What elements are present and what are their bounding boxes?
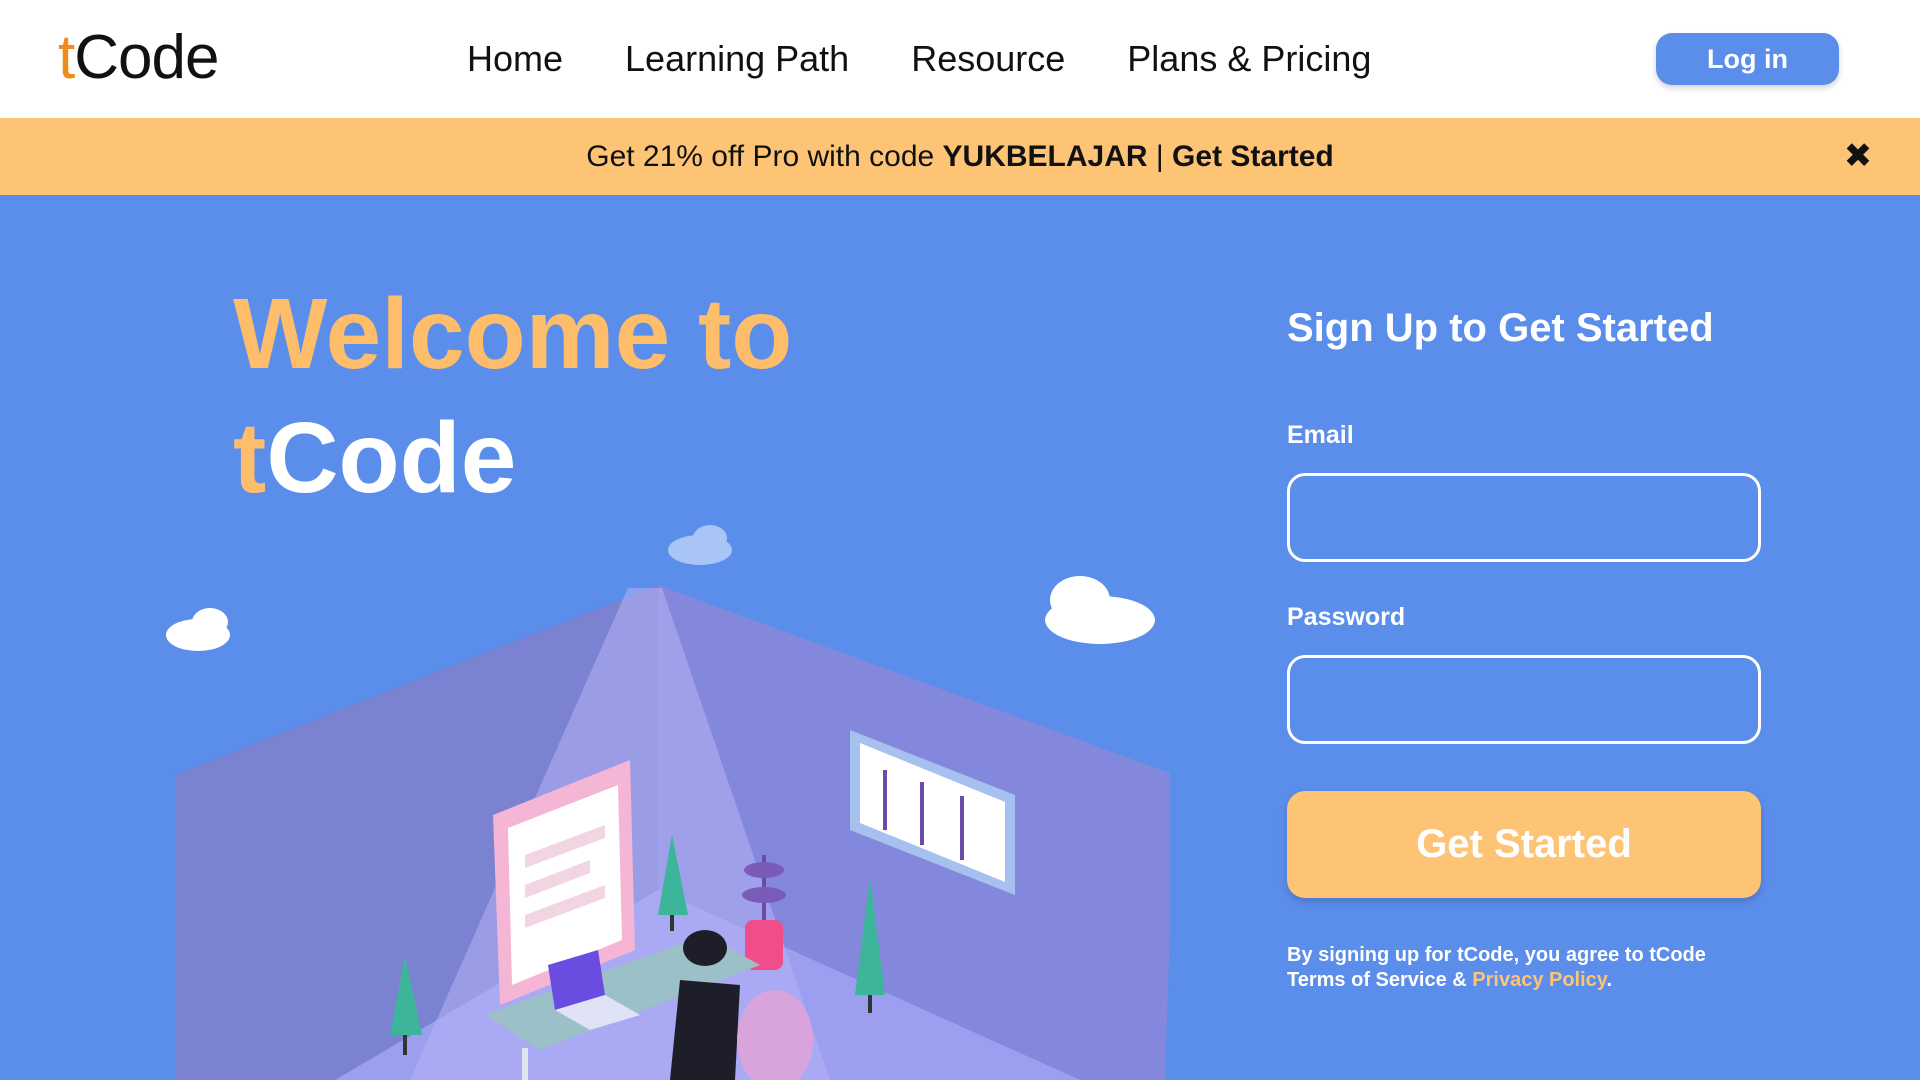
- top-navbar: tCode Home Learning Path Resource Plans …: [0, 0, 1920, 118]
- email-label: Email: [1287, 421, 1354, 449]
- hero-illustration: [166, 525, 1170, 1080]
- promo-text: Get 21% off Pro with code: [586, 140, 943, 173]
- cloud-icon: [668, 525, 732, 565]
- nav-link-plans-pricing[interactable]: Plans & Pricing: [1127, 34, 1371, 84]
- logo[interactable]: tCode: [58, 22, 219, 94]
- cloud-icon: [166, 608, 230, 651]
- email-field[interactable]: [1287, 473, 1761, 562]
- nav-link-learning-path[interactable]: Learning Path: [625, 34, 849, 84]
- promo-separator: |: [1147, 140, 1173, 173]
- signup-title: Sign Up to Get Started: [1287, 306, 1714, 350]
- nav-link-resource[interactable]: Resource: [911, 34, 1065, 84]
- nav-link-home[interactable]: Home: [467, 34, 563, 84]
- privacy-policy-link[interactable]: Privacy Policy: [1472, 969, 1606, 991]
- nav-links: Home Learning Path Resource Plans & Pric…: [467, 34, 1371, 84]
- promo-code: YUKBELAJAR: [942, 140, 1148, 173]
- hero-heading-line2: tCode: [233, 402, 517, 514]
- password-label: Password: [1287, 603, 1406, 631]
- cloud-icon: [1045, 576, 1155, 644]
- promo-banner: Get 21% off Pro with code YUKBELAJAR | G…: [0, 118, 1920, 195]
- password-field[interactable]: [1287, 655, 1761, 744]
- hero-heading: Welcome to tCode: [233, 272, 792, 520]
- login-button[interactable]: Log in: [1656, 33, 1839, 85]
- promo-get-started-link[interactable]: Get Started: [1172, 140, 1334, 173]
- close-icon[interactable]: ✖: [1840, 136, 1876, 176]
- hero-heading-line1: Welcome to: [233, 278, 793, 390]
- get-started-button[interactable]: Get Started: [1287, 791, 1761, 898]
- terms-text: By signing up for tCode, you agree to tC…: [1287, 944, 1706, 991]
